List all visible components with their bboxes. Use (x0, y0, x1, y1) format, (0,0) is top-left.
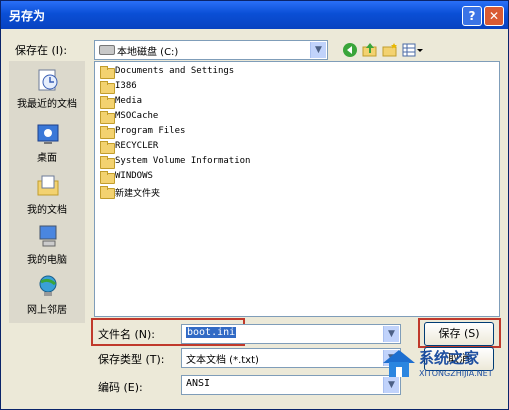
encoding-dropdown[interactable]: ANSI ▼ (181, 375, 401, 395)
new-folder-icon[interactable] (382, 42, 398, 58)
folder-icon (100, 186, 115, 199)
save-in-label: 保存在 (I): (15, 44, 68, 57)
site-watermark: 系统之家 XITONGZHIJIA.NET (381, 345, 506, 385)
folder-icon (100, 111, 115, 124)
file-list[interactable]: Documents and Settings I386 Media MSOCac… (94, 61, 500, 317)
place-network[interactable]: 网上邻居 (9, 273, 85, 323)
drive-icon (99, 45, 115, 55)
chevron-down-icon: ▼ (383, 326, 399, 342)
save-in-value: 本地磁盘 (C:) (117, 47, 179, 58)
chevron-down-icon: ▼ (310, 42, 326, 58)
title-bar[interactable]: 另存为 ? ✕ (1, 1, 508, 29)
filename-label: 文件名 (N): (98, 328, 156, 341)
places-bar: 我最近的文档 桌面 我的文档 我的电脑 网上邻居 (9, 61, 85, 323)
network-places-icon (39, 275, 57, 296)
place-my-documents[interactable]: 我的文档 (9, 173, 85, 223)
back-icon[interactable] (342, 42, 358, 58)
help-button[interactable]: ? (462, 6, 482, 26)
my-documents-icon (37, 175, 59, 196)
folder-icon (100, 81, 115, 94)
place-label: 网上邻居 (27, 305, 67, 316)
encoding-value: ANSI (186, 378, 211, 389)
place-label: 我的文档 (27, 205, 67, 216)
save-type-label: 保存类型 (T): (98, 353, 165, 366)
filename-input[interactable]: boot.ini ▼ (181, 324, 401, 344)
filename-value: boot.ini (186, 327, 237, 338)
view-menu-icon[interactable] (402, 42, 424, 58)
place-desktop[interactable]: 桌面 (9, 121, 85, 171)
watermark-url: XITONGZHIJIA.NET (419, 369, 493, 378)
desktop-icon (37, 124, 59, 144)
save-type-dropdown[interactable]: 文本文档 (*.txt) ▼ (181, 348, 401, 368)
folder-icon (100, 96, 115, 109)
place-label: 我的电脑 (27, 255, 67, 266)
place-my-computer[interactable]: 我的电脑 (9, 223, 85, 273)
close-button[interactable]: ✕ (484, 6, 504, 26)
encoding-label: 编码 (E): (98, 381, 143, 394)
folder-icon (100, 66, 115, 79)
up-folder-icon[interactable] (362, 42, 378, 58)
folder-icon (100, 171, 115, 184)
folder-icon (100, 156, 115, 169)
folder-icon (100, 126, 115, 139)
save-type-value: 文本文档 (*.txt) (186, 355, 259, 366)
place-label: 我最近的文档 (17, 99, 77, 110)
save-in-dropdown[interactable]: 本地磁盘 (C:) ▼ (94, 40, 328, 60)
filename-selected-text: boot.ini (186, 327, 237, 338)
place-label: 桌面 (37, 153, 57, 164)
recent-documents-icon (38, 69, 58, 91)
place-recent[interactable]: 我最近的文档 (9, 67, 85, 117)
save-button[interactable]: 保存 (S) (424, 322, 494, 346)
folder-icon (100, 141, 115, 154)
my-computer-icon (39, 225, 57, 247)
watermark-title: 系统之家 (419, 349, 480, 367)
dialog-title: 另存为 (9, 9, 46, 23)
house-logo-icon (383, 350, 415, 377)
save-as-dialog: 另存为 ? ✕ 保存在 (I): 本地磁盘 (C:) ▼ 我最近的文档 桌面 我… (0, 0, 509, 410)
